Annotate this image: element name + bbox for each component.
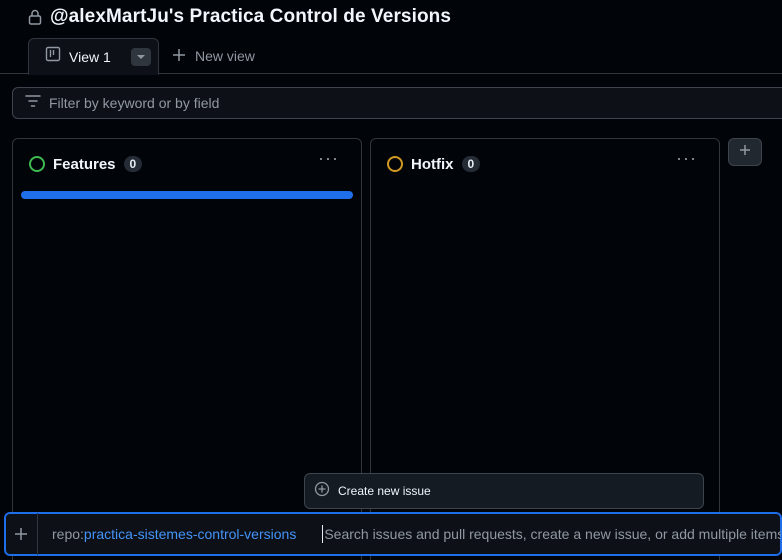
add-item-plus-button[interactable] <box>5 513 38 555</box>
plus-icon <box>739 143 751 161</box>
create-issue-label: Create new issue <box>338 484 431 498</box>
lock-icon <box>28 9 42 25</box>
repo-prefix: repo: <box>52 526 84 542</box>
column-menu-icon[interactable]: ··· <box>676 149 697 167</box>
create-issue-menu-item[interactable]: Create new issue <box>304 473 704 509</box>
view-tabs: View 1 New view <box>0 38 782 75</box>
column-header: Features 0 <box>29 153 143 175</box>
column-header: Hotfix 0 <box>387 153 481 175</box>
column-title: Features <box>53 155 116 173</box>
tab-label: View 1 <box>69 48 111 65</box>
project-header: @alexMartJu's Practica Control de Versio… <box>28 4 451 30</box>
new-view-label: New view <box>195 48 255 64</box>
status-circle-icon <box>387 156 403 172</box>
add-column-button[interactable] <box>728 138 762 166</box>
chevron-down-icon[interactable] <box>130 47 151 66</box>
column-count-badge: 0 <box>123 156 143 172</box>
add-item-omnibar: repo:practica-sistemes-control-versions <box>4 512 782 556</box>
board-icon <box>45 46 61 67</box>
column-count-badge: 0 <box>461 156 481 172</box>
plus-circle-icon <box>314 481 330 502</box>
filter-input[interactable] <box>49 95 549 111</box>
repo-filter-token[interactable]: repo:practica-sistemes-control-versions <box>52 526 296 542</box>
filter-bar <box>12 87 782 119</box>
plus-icon <box>172 48 186 65</box>
column-title: Hotfix <box>411 155 454 173</box>
new-view-button[interactable]: New view <box>172 38 255 74</box>
filter-icon <box>25 94 41 113</box>
page-title: @alexMartJu's Practica Control de Versio… <box>50 6 452 27</box>
drop-indicator <box>21 191 353 199</box>
omnibar-search-input[interactable] <box>322 525 781 543</box>
tab-view-1[interactable]: View 1 <box>28 38 159 75</box>
plus-icon <box>15 528 27 540</box>
column-menu-icon[interactable]: ··· <box>318 149 339 167</box>
repo-name: practica-sistemes-control-versions <box>83 526 297 542</box>
status-circle-icon <box>29 156 45 172</box>
